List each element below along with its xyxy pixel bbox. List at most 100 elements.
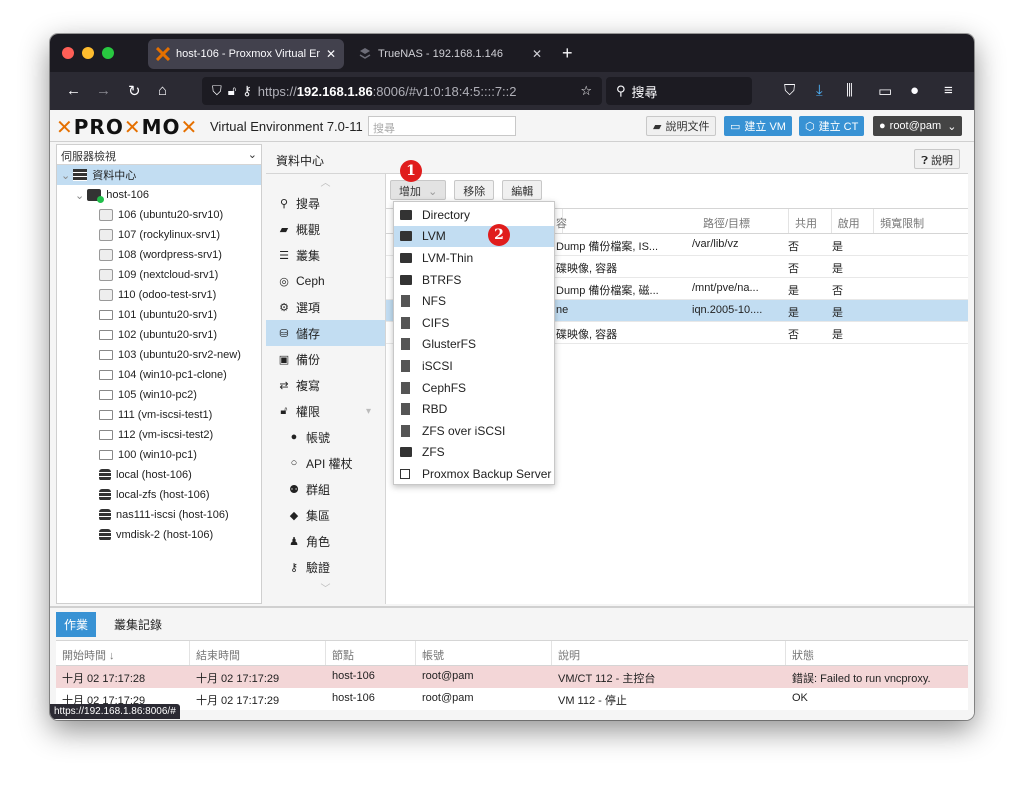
menu-item-btrfs[interactable]: BTRFS	[394, 269, 554, 291]
tree-item-guest[interactable]: 111 (vm-iscsi-test1)	[57, 405, 261, 425]
menu-item-nfs[interactable]: NFS	[394, 290, 554, 312]
nav-item-3[interactable]: ☰ 叢集	[266, 242, 385, 268]
nav-item-11[interactable]: ○ API 權杖	[266, 450, 385, 476]
column-header-user[interactable]: 帳號	[416, 641, 552, 665]
tree-item-guest[interactable]: 101 (ubuntu20-srv1)	[57, 305, 261, 325]
table-row[interactable]: 十月 02 17:17:28 十月 02 17:17:29 host-106 root…	[56, 666, 968, 688]
close-tab-icon[interactable]: ✕	[532, 47, 542, 61]
menu-item-zfs-over-iscsi[interactable]: ZFS over iSCSI	[394, 420, 554, 442]
menu-item-proxmox-backup-server[interactable]: Proxmox Backup Server	[394, 463, 554, 485]
lock-warning-icon[interactable]: 🔓︎	[228, 83, 236, 99]
tree-item-guest[interactable]: 100 (win10-pc1)	[57, 445, 261, 465]
nav-item-4[interactable]: ◎ Ceph	[266, 268, 385, 294]
nav-item-14[interactable]: ♟ 角色	[266, 528, 385, 554]
menu-item-lvm[interactable]: LVM	[394, 225, 554, 248]
create-vm-button[interactable]: ▭ 建立 VM	[724, 116, 792, 136]
tree-item-guest[interactable]: 106 (ubuntu20-srv10)	[57, 205, 261, 225]
tree-item-storage[interactable]: nas111-iscsi (host-106)	[57, 505, 261, 525]
download-icon[interactable]: ⤓	[816, 82, 823, 99]
maximize-window-button[interactable]	[102, 47, 114, 59]
browser-tab-truenas[interactable]: TrueNAS - 192.168.1.146 ✕	[350, 39, 550, 69]
key-icon[interactable]: ⚷	[242, 83, 252, 99]
browser-tab-proxmox[interactable]: host-106 - Proxmox Virtual Envi ✕	[148, 39, 344, 69]
menu-item-cephfs[interactable]: CephFS	[394, 377, 554, 399]
proxmox-logo[interactable]: ✕ PRO ✕ MO ✕	[56, 115, 198, 139]
menu-item-zfs[interactable]: ZFS	[394, 442, 554, 464]
column-header-description[interactable]: 說明	[552, 641, 786, 665]
close-tab-icon[interactable]: ✕	[326, 47, 336, 61]
nav-item-15[interactable]: ⚷ 驗證	[266, 554, 385, 580]
forward-arrow-icon[interactable]: →	[96, 82, 111, 99]
nav-item-2[interactable]: ▰ 概觀	[266, 216, 385, 242]
pve-search-input[interactable]: 搜尋	[368, 116, 516, 136]
library-icon[interactable]: ⫼	[846, 82, 853, 99]
reload-icon[interactable]: ↻	[128, 82, 141, 100]
collapse-icon[interactable]: ⌄	[61, 169, 70, 182]
menu-item-glusterfs[interactable]: GlusterFS	[394, 334, 554, 356]
pocket-icon[interactable]: ⛉	[784, 82, 795, 99]
nav-item-8[interactable]: ⇄ 複寫	[266, 372, 385, 398]
shield-icon[interactable]: ⛉	[212, 83, 222, 99]
tree-item-guest[interactable]: 103 (ubuntu20-srv2-new)	[57, 345, 261, 365]
tree-item-guest[interactable]: 105 (win10-pc2)	[57, 385, 261, 405]
menu-item-rbd[interactable]: RBD	[394, 398, 554, 420]
browser-search-input[interactable]: ⚲ 搜尋	[606, 77, 752, 105]
tab-tasks[interactable]: 作業	[56, 611, 97, 637]
tree-item-guest[interactable]: 112 (vm-iscsi-test2)	[57, 425, 261, 445]
tree-item-storage[interactable]: local-zfs (host-106)	[57, 485, 261, 505]
tree-item-storage[interactable]: vmdisk-2 (host-106)	[57, 525, 261, 545]
tree-item-datacenter[interactable]: ⌄ 資料中心	[57, 165, 261, 185]
chevron-down-icon[interactable]: ▾	[366, 406, 371, 417]
menu-item-iscsi[interactable]: iSCSI	[394, 355, 554, 377]
menu-item-lvm-thin[interactable]: LVM-Thin	[394, 247, 554, 269]
minimize-window-button[interactable]	[82, 47, 94, 59]
menu-item-directory[interactable]: Directory	[394, 204, 554, 226]
tree-item-storage[interactable]: local (host-106)	[57, 465, 261, 485]
close-window-button[interactable]	[62, 47, 74, 59]
add-storage-button[interactable]: 增加 ⌄	[390, 180, 447, 200]
user-menu-button[interactable]: ● root@pam ⌄	[873, 116, 963, 136]
address-bar[interactable]: ⛉ 🔓︎ ⚷ https:// 192.168.1.86 :8006/#v1:0…	[202, 77, 602, 105]
new-tab-icon[interactable]: +	[562, 43, 573, 64]
tree-item-guest[interactable]: 109 (nextcloud-srv1)	[57, 265, 261, 285]
column-header-enabled[interactable]: 啟用	[832, 209, 875, 233]
collapse-icon[interactable]: ⌄	[75, 189, 84, 202]
tree-item-guest[interactable]: 108 (wordpress-srv1)	[57, 245, 261, 265]
sidebar-icon[interactable]: ▭	[878, 82, 892, 100]
edit-storage-button[interactable]: 編輯	[502, 180, 543, 200]
nav-item-5[interactable]: ⚙ 選項	[266, 294, 385, 320]
nav-item-6[interactable]: ⛁ 儲存	[266, 320, 385, 346]
nav-item-9[interactable]: 🔓︎ 權限 ▾	[266, 398, 385, 424]
account-icon[interactable]: ●	[910, 82, 919, 99]
tree-item-guest[interactable]: 107 (rockylinux-srv1)	[57, 225, 261, 245]
column-header-status[interactable]: 狀態	[786, 641, 966, 665]
tree-view-select[interactable]: 伺服器檢視 ⌄	[57, 145, 261, 165]
tree-item-guest[interactable]: 104 (win10-pc1-clone)	[57, 365, 261, 385]
tree-item-guest[interactable]: 110 (odoo-test-srv1)	[57, 285, 261, 305]
back-arrow-icon[interactable]: ←	[66, 82, 81, 99]
table-row[interactable]: 十月 02 17:17:29 十月 02 17:17:29 host-106 root…	[56, 688, 968, 710]
nav-item-7[interactable]: ▣ 備份	[266, 346, 385, 372]
remove-storage-button[interactable]: 移除	[454, 180, 495, 200]
nav-item-13[interactable]: ◆ 集區	[266, 502, 385, 528]
scroll-down-icon[interactable]: ﹀	[266, 580, 385, 595]
tree-item-host[interactable]: ⌄ host-106	[57, 185, 261, 205]
menu-icon[interactable]: ≡	[944, 82, 953, 99]
bookmark-star-icon[interactable]: ☆	[580, 83, 592, 99]
menu-item-cifs[interactable]: CIFS	[394, 312, 554, 334]
documentation-button[interactable]: ▰ 說明文件	[646, 116, 717, 136]
column-header-bandwidth[interactable]: 頻寬限制	[874, 209, 968, 233]
column-header-shared[interactable]: 共用	[789, 209, 832, 233]
nav-item-12[interactable]: ⚉ 群組	[266, 476, 385, 502]
column-header-path[interactable]: 路徑/目標	[697, 209, 790, 233]
nav-item-1[interactable]: ⚲ 搜尋	[266, 190, 385, 216]
home-icon[interactable]: ⌂	[158, 82, 167, 99]
create-ct-button[interactable]: ⬡ 建立 CT	[799, 116, 865, 136]
help-button[interactable]: ❓︎ 說明	[914, 149, 960, 169]
column-header-node[interactable]: 節點	[326, 641, 416, 665]
tree-item-guest[interactable]: 102 (ubuntu20-srv1)	[57, 325, 261, 345]
column-header-start[interactable]: 開始時間 ↓	[56, 641, 190, 665]
scroll-up-icon[interactable]: ︿	[266, 174, 385, 190]
tab-cluster-log[interactable]: 叢集記錄	[106, 612, 170, 637]
column-header-end[interactable]: 結束時間	[190, 641, 326, 665]
